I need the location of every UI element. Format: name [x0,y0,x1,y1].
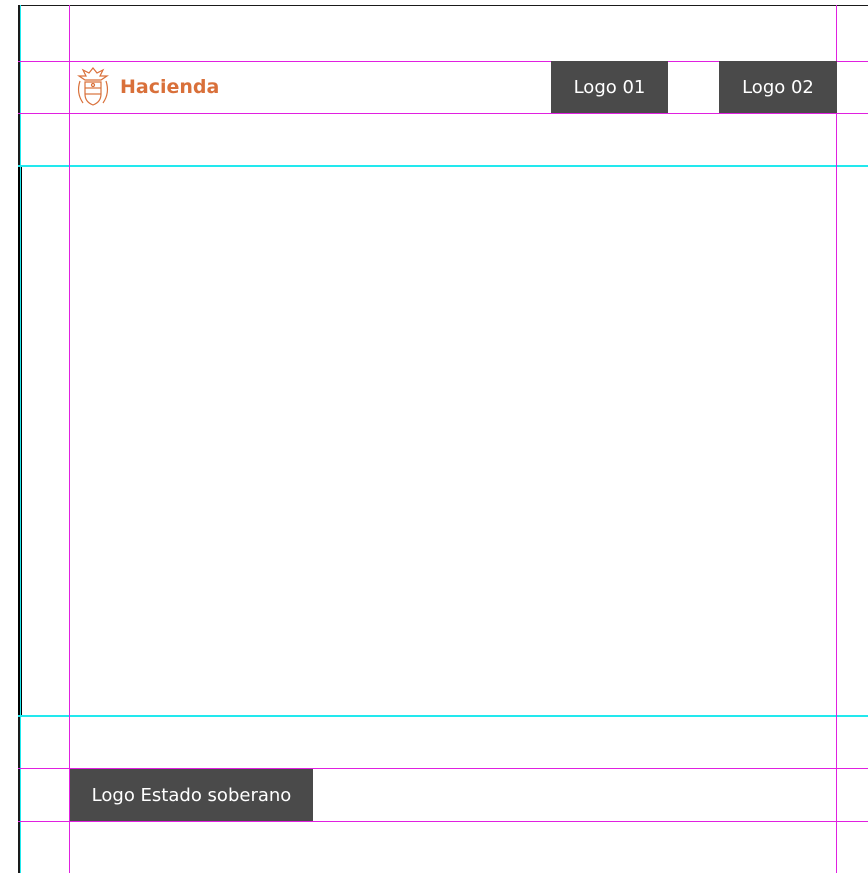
guide-header-bottom [18,113,868,114]
logo-02-placeholder: Logo 02 [719,61,837,113]
logo-estado-soberano-placeholder: Logo Estado soberano [70,769,313,821]
margin-guide-top [18,165,868,167]
logo-01-placeholder: Logo 01 [551,61,668,113]
guide-left-column [69,5,70,873]
brand-name: Hacienda [120,76,220,98]
coat-of-arms-icon [77,67,109,106]
margin-guide-left [20,5,21,873]
margin-guide-bottom [18,715,868,717]
guide-right-column [836,5,837,873]
hacienda-brand: Hacienda [74,62,219,112]
guide-footer-bottom [18,821,868,822]
page-frame [18,5,868,873]
